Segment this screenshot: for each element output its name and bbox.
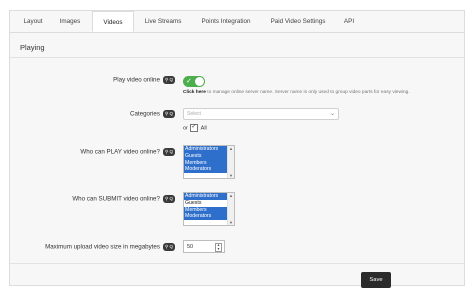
max-upload-value: 50 — [187, 244, 194, 250]
tab-points-integration[interactable]: Points Integration — [190, 11, 262, 32]
tab-api[interactable]: API — [334, 11, 364, 32]
max-upload-label-row: Maximum upload video size in megabytes ⚲ … — [20, 243, 175, 251]
hint-text: to manage online server name. Server nam… — [207, 90, 410, 95]
or-text: or — [183, 125, 188, 132]
section-divider — [10, 57, 464, 58]
settings-panel: Layout Images Videos Live Streams Points… — [9, 10, 465, 288]
listbox-scrollbar[interactable]: ▲ ▼ — [227, 193, 234, 225]
all-categories-label: All — [200, 125, 207, 132]
max-upload-label: Maximum upload video size in megabytes — [45, 243, 160, 251]
play-online-label-row: Play video online ⚲ Q — [50, 76, 175, 84]
who-play-listbox[interactable]: Administrators Guests Members Moderators… — [183, 145, 235, 179]
all-categories-checkbox[interactable] — [190, 123, 199, 132]
tab-layout[interactable]: Layout — [16, 11, 50, 32]
categories-label: Categories — [130, 110, 160, 118]
chevron-down-icon: ⌄ — [329, 111, 335, 117]
help-icon[interactable]: ⚲ Q — [162, 110, 175, 118]
scroll-down-icon[interactable]: ▼ — [228, 220, 234, 225]
play-online-toggle[interactable]: ✓ — [183, 76, 205, 87]
play-online-hint: Click here to manage online server name.… — [183, 90, 410, 95]
section-title: Playing — [20, 43, 45, 52]
help-icon[interactable]: ⚲ Q — [162, 76, 175, 84]
check-icon: ✓ — [186, 78, 192, 85]
who-play-label: Who can PLAY video online? — [80, 148, 160, 156]
help-icon[interactable]: ⚲ Q — [162, 243, 175, 251]
who-submit-listbox[interactable]: Administrators Guests Members Moderators… — [183, 192, 235, 226]
scroll-up-icon[interactable]: ▲ — [228, 193, 234, 198]
help-icon[interactable]: ⚲ Q — [162, 195, 175, 203]
categories-label-row: Categories ⚲ Q — [50, 110, 175, 118]
videos-tab-content: Playing Play video online ⚲ Q ✓ Click her… — [10, 33, 464, 288]
save-button[interactable]: Save — [361, 272, 391, 288]
listbox-scrollbar[interactable]: ▲ ▼ — [227, 146, 234, 178]
toggle-knob — [195, 77, 204, 86]
footer-divider — [10, 263, 464, 264]
play-online-label: Play video online — [113, 76, 160, 84]
categories-select[interactable]: Select ⌄ — [183, 108, 339, 120]
tab-videos[interactable]: Videos — [92, 11, 134, 32]
tab-images[interactable]: Images — [50, 11, 90, 32]
manage-server-link[interactable]: Click here — [183, 90, 206, 95]
help-icon[interactable]: ⚲ Q — [162, 148, 175, 156]
tab-paid-video-settings[interactable]: Paid Video Settings — [262, 11, 334, 32]
tab-live-streams[interactable]: Live Streams — [136, 11, 190, 32]
who-play-label-row: Who can PLAY video online? ⚲ Q — [50, 148, 175, 156]
who-submit-label: Who can SUBMIT video online? — [72, 195, 160, 203]
scroll-up-icon[interactable]: ▲ — [228, 146, 234, 151]
categories-all-row: or All — [183, 123, 207, 132]
scroll-down-icon[interactable]: ▼ — [228, 173, 234, 178]
number-spinner-icon[interactable]: ▲ ▼ — [215, 243, 222, 252]
who-submit-label-row: Who can SUBMIT video online? ⚲ Q — [50, 195, 175, 203]
categories-placeholder: Select — [187, 111, 201, 117]
tab-bar: Layout Images Videos Live Streams Points… — [10, 11, 464, 33]
max-upload-input[interactable]: 50 ▲ ▼ — [183, 240, 225, 253]
